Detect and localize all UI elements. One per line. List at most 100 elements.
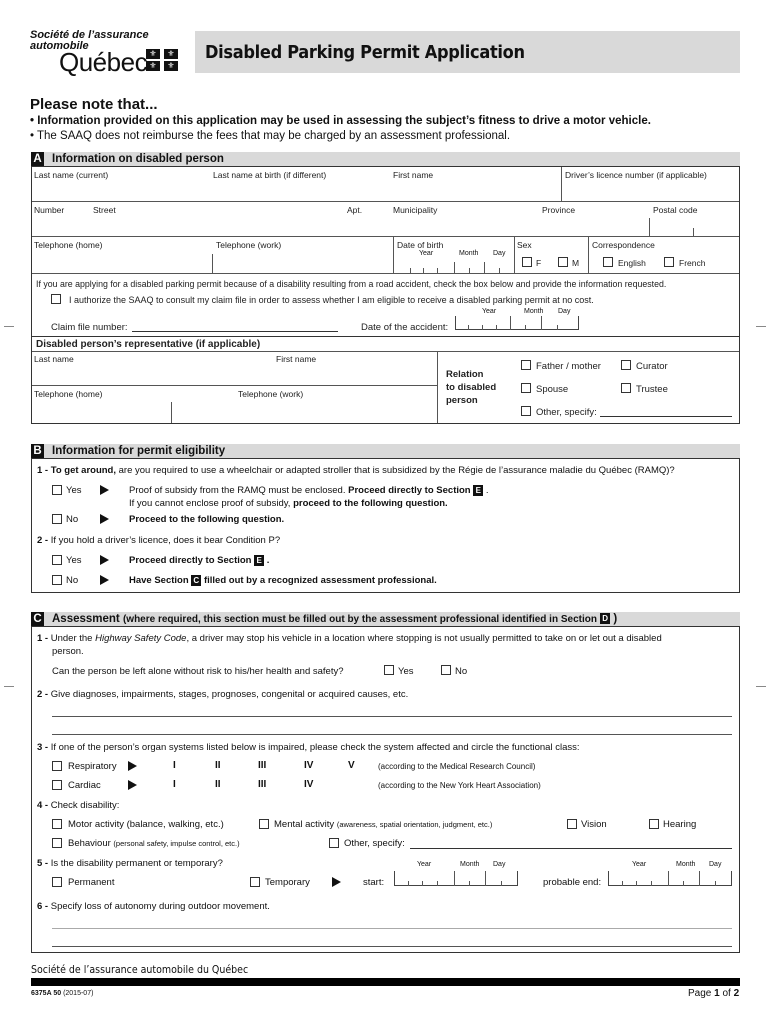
diagnosis-line-2[interactable] xyxy=(52,734,732,735)
respiratory-label: Respiratory xyxy=(68,761,117,772)
diagnosis-line-1[interactable] xyxy=(52,716,732,717)
c-question-1-ask: Can the person be left alone without ris… xyxy=(52,666,344,677)
section-title: Information for permit eligibility xyxy=(52,445,226,457)
class-option[interactable]: III xyxy=(258,760,266,771)
section-c-badge: C xyxy=(191,575,202,586)
hearing-label: Hearing xyxy=(663,819,697,830)
section-a-header: A Information on disabled person xyxy=(31,152,740,166)
class-option[interactable]: IV xyxy=(304,779,313,790)
autonomy-line-1[interactable] xyxy=(52,928,732,929)
tick xyxy=(525,325,526,330)
month-label: Month xyxy=(524,308,544,315)
text: Mental activity xyxy=(274,819,335,830)
permanent-checkbox[interactable] xyxy=(52,877,62,887)
sex-m-checkbox[interactable] xyxy=(558,257,568,267)
hearing-checkbox[interactable] xyxy=(649,819,659,829)
sex-f-checkbox[interactable] xyxy=(522,257,532,267)
other-disability-checkbox[interactable] xyxy=(329,838,339,848)
end-date-input[interactable] xyxy=(608,871,732,886)
class-option[interactable]: I xyxy=(173,779,176,790)
sex-f-label: F xyxy=(536,258,542,268)
english-checkbox[interactable] xyxy=(603,257,613,267)
father-mother-checkbox[interactable] xyxy=(521,360,531,370)
divider xyxy=(32,273,739,274)
arrow-right-icon xyxy=(100,555,109,565)
year-label: Year xyxy=(632,861,647,868)
other-specify-input[interactable] xyxy=(600,416,732,417)
curator-checkbox[interactable] xyxy=(621,360,631,370)
other-disability-input[interactable] xyxy=(410,848,732,849)
trustee-checkbox[interactable] xyxy=(621,383,631,393)
b-q2-no-text: Have Section C filled out by a recognize… xyxy=(129,575,437,586)
accident-date-input[interactable] xyxy=(455,316,579,330)
tick xyxy=(454,871,455,886)
autonomy-line-2[interactable] xyxy=(52,946,732,947)
class-option[interactable]: IV xyxy=(304,760,313,771)
other-checkbox[interactable] xyxy=(521,406,531,416)
arrow-right-icon xyxy=(100,575,109,585)
last-name-input[interactable] xyxy=(34,182,554,200)
cardiac-checkbox[interactable] xyxy=(52,780,62,790)
vision-checkbox[interactable] xyxy=(567,819,577,829)
c-q1-yes-checkbox[interactable] xyxy=(384,665,394,675)
tel-home-label: Telephone (home) xyxy=(34,240,103,250)
c-q1-no-checkbox[interactable] xyxy=(441,665,451,675)
form-code: 6375A 50 (2015-07) xyxy=(31,990,93,997)
divider xyxy=(561,167,562,202)
last-name-birth-label: Last name at birth (if different) xyxy=(213,170,327,180)
tick xyxy=(422,881,423,886)
vision-label: Vision xyxy=(581,819,607,830)
tick xyxy=(541,316,542,330)
tick xyxy=(715,881,716,886)
q-bold: To get around, xyxy=(50,465,116,476)
class-option[interactable]: I xyxy=(173,760,176,771)
tel-work-label: Telephone (work) xyxy=(216,240,282,250)
temporary-label: Temporary xyxy=(265,877,310,888)
french-label: French xyxy=(679,258,706,268)
tick xyxy=(636,881,637,886)
q-num: 4 - xyxy=(37,800,51,811)
class-option[interactable]: II xyxy=(215,779,221,790)
authorize-label: I authorize the SAAQ to consult my claim… xyxy=(69,295,594,305)
day-label: Day xyxy=(493,250,506,257)
arrow-right-icon xyxy=(100,514,109,524)
class-option[interactable]: V xyxy=(348,760,355,771)
year-label: Year xyxy=(417,861,432,868)
street-label: Street xyxy=(93,205,116,215)
section-b-header: B Information for permit eligibility xyxy=(31,444,740,458)
b-q1-no-checkbox[interactable] xyxy=(52,514,62,524)
divider xyxy=(514,237,515,273)
b-q2-no-checkbox[interactable] xyxy=(52,575,62,585)
arrow-right-icon xyxy=(332,877,341,887)
claim-file-input[interactable] xyxy=(132,331,338,332)
notes-title: Please note that... xyxy=(30,96,158,113)
tick xyxy=(482,325,483,330)
section-b-box xyxy=(31,458,740,593)
tick xyxy=(485,871,486,886)
authorize-checkbox[interactable] xyxy=(51,294,61,304)
b-q2-yes-checkbox[interactable] xyxy=(52,555,62,565)
class-option[interactable]: II xyxy=(215,760,221,771)
tick xyxy=(668,871,669,886)
sex-label: Sex xyxy=(517,240,532,250)
no-label: No xyxy=(66,514,79,525)
q-text: Is the disability permanent or temporary… xyxy=(50,858,223,869)
motor-checkbox[interactable] xyxy=(52,819,62,829)
french-checkbox[interactable] xyxy=(664,257,674,267)
note-item-2: • The SAAQ does not reimburse the fees t… xyxy=(30,130,511,142)
b-q1-yes-checkbox[interactable] xyxy=(52,485,62,495)
class-option[interactable]: III xyxy=(258,779,266,790)
start-date-input[interactable] xyxy=(394,871,518,886)
spouse-checkbox[interactable] xyxy=(521,383,531,393)
footer-bar xyxy=(31,978,740,986)
c-question-1: 1 - Under the Highway Safety Code, a dri… xyxy=(37,633,662,644)
mental-checkbox[interactable] xyxy=(259,819,269,829)
motor-label: Motor activity (balance, walking, etc.) xyxy=(68,819,224,830)
rep-tel-work-label: Telephone (work) xyxy=(238,389,304,399)
q-text: Check disability: xyxy=(50,800,120,811)
divider xyxy=(32,236,739,237)
behaviour-checkbox[interactable] xyxy=(52,838,62,848)
respiratory-checkbox[interactable] xyxy=(52,761,62,771)
tick xyxy=(496,325,497,330)
temporary-checkbox[interactable] xyxy=(250,877,260,887)
